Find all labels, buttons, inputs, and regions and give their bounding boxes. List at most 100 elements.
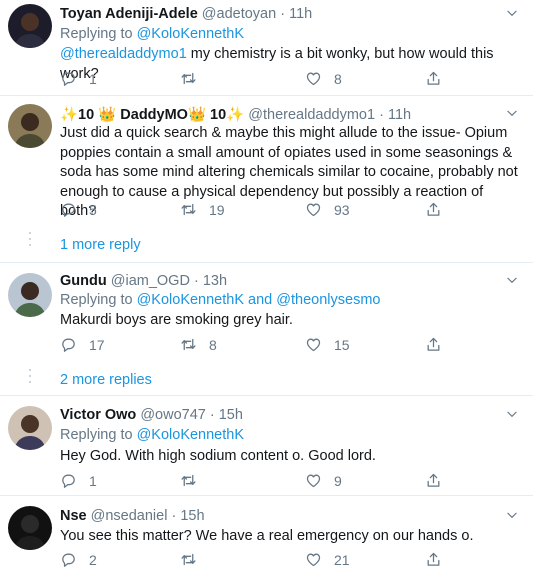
reply-icon	[60, 70, 77, 87]
like-icon	[305, 201, 322, 218]
chevron-down-icon[interactable]	[505, 407, 519, 421]
reply-icon	[60, 336, 77, 353]
share-button[interactable]	[425, 201, 442, 218]
reply-button[interactable]: 1	[60, 70, 97, 87]
chevron-down-icon[interactable]	[505, 106, 519, 120]
retweet-button[interactable]: 8	[180, 336, 217, 353]
share-icon	[425, 551, 442, 568]
separator-dot: ·	[193, 273, 199, 289]
share-button[interactable]	[425, 551, 442, 568]
tweet[interactable]: Gundu @iam_OGD · 13h Replying to @KoloKe…	[0, 263, 533, 396]
reply-button[interactable]: 5	[60, 201, 97, 218]
avatar[interactable]	[8, 406, 52, 450]
author-name[interactable]: Victor Owo	[60, 407, 136, 423]
mention-link[interactable]: @KoloKennethK	[137, 26, 244, 42]
timestamp[interactable]: 15h	[219, 407, 243, 423]
reply-button[interactable]: 17	[60, 336, 105, 353]
chevron-down-icon[interactable]	[505, 6, 519, 20]
share-button[interactable]	[425, 472, 442, 489]
avatar[interactable]	[8, 273, 52, 317]
chevron-down-icon[interactable]	[505, 508, 519, 522]
mention-link[interactable]: @theonlysesmo	[276, 292, 380, 308]
tweet-header: Toyan Adeniji-Adele @adetoyan · 11h	[60, 6, 312, 22]
tweet-text: You see this matter? We have a real emer…	[60, 528, 474, 544]
mention-link[interactable]: @therealdaddymo1	[60, 46, 187, 62]
like-button[interactable]: 21	[305, 551, 350, 568]
more-replies-link[interactable]: 1 more reply	[60, 237, 141, 253]
thread-connector	[29, 232, 31, 250]
timestamp[interactable]: 11h	[289, 6, 312, 22]
chevron-down-icon[interactable]	[505, 273, 519, 287]
tweet-actions: 17 8 15	[60, 336, 500, 356]
share-button[interactable]	[425, 70, 442, 87]
like-icon	[305, 336, 322, 353]
author-handle[interactable]: @nsedaniel	[91, 508, 168, 524]
tweet-actions: 5 19 93	[60, 201, 500, 221]
share-button[interactable]	[425, 336, 442, 353]
retweet-icon	[180, 472, 197, 489]
timestamp[interactable]: 15h	[180, 508, 204, 524]
like-button[interactable]: 15	[305, 336, 350, 353]
separator-dot: ·	[209, 407, 215, 423]
replying-prefix: Replying to	[60, 26, 133, 42]
tweet-text: Makurdi boys are smoking grey hair.	[60, 312, 293, 328]
share-icon	[425, 70, 442, 87]
author-name[interactable]: Nse	[60, 508, 87, 524]
reply-count: 1	[89, 70, 97, 87]
like-button[interactable]: 93	[305, 201, 350, 218]
share-icon	[425, 336, 442, 353]
avatar[interactable]	[8, 4, 52, 48]
reply-count: 5	[89, 201, 97, 218]
reply-icon	[60, 551, 77, 568]
separator-dot: ·	[171, 508, 177, 524]
replying-to: Replying to @KoloKennethK	[60, 26, 244, 42]
retweet-button[interactable]	[180, 472, 209, 489]
replying-to: Replying to @KoloKennethK and @theonlyse…	[60, 292, 380, 308]
mention-link[interactable]: @KoloKennethK	[137, 427, 244, 443]
author-name[interactable]: Gundu	[60, 273, 107, 289]
timestamp[interactable]: 13h	[203, 273, 227, 289]
separator-dot: ·	[280, 6, 286, 22]
author-handle[interactable]: @owo747	[140, 407, 206, 423]
reply-button[interactable]: 1	[60, 472, 97, 489]
retweet-button[interactable]	[180, 551, 209, 568]
retweet-icon	[180, 201, 197, 218]
author-name[interactable]: Toyan Adeniji-Adele	[60, 6, 198, 22]
retweet-icon	[180, 336, 197, 353]
reply-button[interactable]: 2	[60, 551, 97, 568]
separator-dot: ·	[379, 107, 384, 123]
tweet[interactable]: Toyan Adeniji-Adele @adetoyan · 11h Repl…	[0, 0, 533, 96]
timestamp[interactable]: 11h	[388, 107, 411, 123]
mention-link[interactable]: @KoloKennethK	[137, 292, 244, 308]
author-handle[interactable]: @therealdaddymo1	[248, 107, 375, 123]
tweet-header: Nse @nsedaniel · 15h	[60, 508, 205, 524]
replying-to: Replying to @KoloKennethK	[60, 427, 244, 443]
tweet-text: Hey God. With high sodium content o. Goo…	[60, 448, 376, 464]
reply-count: 2	[89, 551, 97, 568]
like-icon	[305, 472, 322, 489]
like-button[interactable]: 9	[305, 472, 342, 489]
reply-count: 17	[89, 336, 105, 353]
replying-prefix: Replying to	[60, 292, 133, 308]
retweet-icon	[180, 551, 197, 568]
author-handle[interactable]: @iam_OGD	[111, 273, 190, 289]
retweet-count: 19	[209, 201, 225, 218]
avatar[interactable]	[8, 104, 52, 148]
like-button[interactable]: 8	[305, 70, 342, 87]
tweet[interactable]: ✨10 👑 DaddyMO👑 10✨ @therealdaddymo1 · 11…	[0, 96, 533, 263]
replying-and[interactable]: and	[248, 292, 272, 308]
avatar[interactable]	[8, 506, 52, 550]
tweet-actions: 1 8	[60, 70, 500, 90]
author-name[interactable]: ✨10 👑 DaddyMO👑 10✨	[60, 107, 244, 123]
retweet-button[interactable]	[180, 70, 209, 87]
author-handle[interactable]: @adetoyan	[202, 6, 276, 22]
like-count: 15	[334, 336, 350, 353]
tweet-header: Victor Owo @owo747 · 15h	[60, 407, 243, 423]
retweet-button[interactable]: 19	[180, 201, 225, 218]
like-count: 21	[334, 551, 350, 568]
more-replies-link[interactable]: 2 more replies	[60, 372, 152, 388]
tweet-header: Gundu @iam_OGD · 13h	[60, 273, 227, 289]
tweet[interactable]: Nse @nsedaniel · 15h You see this matter…	[0, 496, 533, 571]
tweet[interactable]: Victor Owo @owo747 · 15h Replying to @Ko…	[0, 396, 533, 496]
tweet-header: ✨10 👑 DaddyMO👑 10✨ @therealdaddymo1 · 11…	[60, 106, 411, 123]
